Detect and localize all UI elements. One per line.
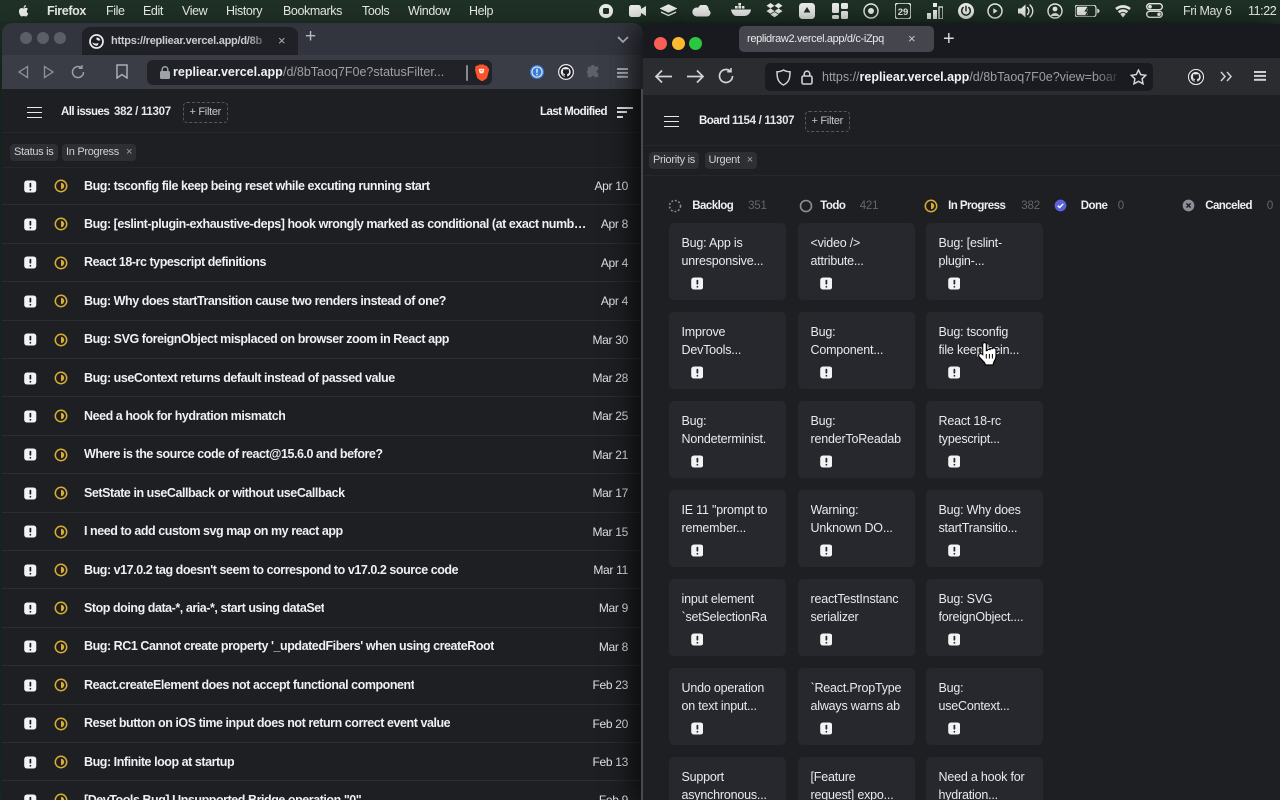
svg-text:29: 29 — [898, 7, 909, 18]
